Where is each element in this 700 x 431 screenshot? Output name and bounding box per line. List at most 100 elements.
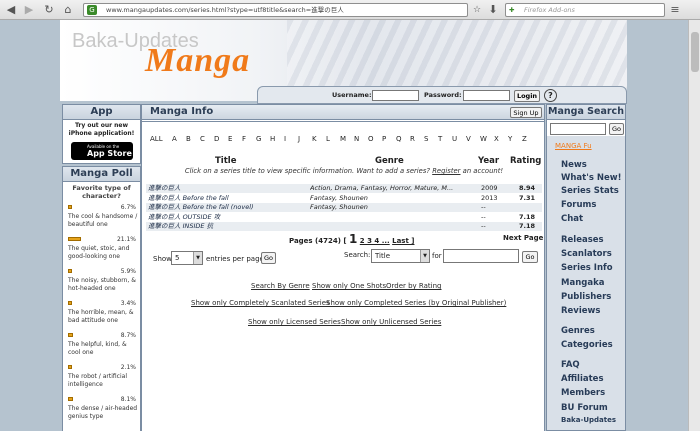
nav-news[interactable]: News	[561, 160, 587, 170]
alpha-link[interactable]: P	[382, 135, 386, 143]
reload-icon[interactable]: ↻	[42, 3, 56, 17]
nav-releases[interactable]: Releases	[561, 235, 604, 245]
header-rating: Rating	[510, 156, 542, 166]
alpha-link[interactable]: G	[256, 135, 261, 143]
logo-manga[interactable]: Manga	[145, 42, 250, 80]
alpha-link[interactable]: N	[354, 135, 359, 143]
alpha-link[interactable]: U	[452, 135, 457, 143]
page-links[interactable]: 2 3 4 ...	[360, 237, 390, 245]
alpha-link[interactable]: E	[228, 135, 232, 143]
series-title-link[interactable]: 進撃の巨人 Before the fall (novel)	[148, 203, 308, 212]
search-type-select[interactable]: Title ▼	[371, 249, 430, 263]
nav-reviews[interactable]: Reviews	[561, 306, 600, 316]
menu-icon[interactable]: ≡	[668, 3, 682, 17]
completed-series-link[interactable]: Show only Completed Series (by Original …	[326, 299, 506, 307]
series-search-go-button[interactable]: Go	[522, 251, 538, 263]
chevron-down-icon: ▼	[420, 250, 429, 262]
alpha-link[interactable]: Q	[396, 135, 402, 143]
poll-option-label[interactable]: The robot / artificial intelligence	[68, 373, 138, 389]
series-title-link[interactable]: 進撃の巨人 INSIDE 抗	[148, 222, 308, 231]
table-row: 進撃の巨人 INSIDE 抗 -- 7.18	[146, 222, 542, 231]
login-button[interactable]: Login	[514, 90, 540, 102]
nav-affiliates[interactable]: Affiliates	[561, 374, 604, 384]
alpha-link[interactable]: C	[200, 135, 205, 143]
manga-fu-link[interactable]: MANGA Fu	[555, 142, 592, 150]
page-scrollbar[interactable]	[688, 20, 700, 431]
scrollbar-thumb[interactable]	[691, 32, 699, 72]
alpha-link[interactable]: J	[298, 135, 300, 143]
alpha-link[interactable]: T	[438, 135, 442, 143]
series-search-input[interactable]	[443, 249, 519, 263]
nav-categories[interactable]: Categories	[561, 340, 613, 350]
licensed-link[interactable]: Show only Licensed Series	[248, 318, 341, 326]
alpha-link[interactable]: Z	[522, 135, 527, 143]
nav-genres[interactable]: Genres	[561, 326, 595, 336]
nav-series-info[interactable]: Series Info	[561, 263, 613, 273]
alpha-link[interactable]: Y	[508, 135, 512, 143]
alpha-link[interactable]: I	[284, 135, 286, 143]
username-input[interactable]	[372, 90, 419, 101]
home-icon[interactable]: ⌂	[61, 3, 75, 17]
alpha-link[interactable]: V	[466, 135, 471, 143]
app-store-badge[interactable]: Available on the App Store	[71, 142, 133, 160]
nav-chat[interactable]: Chat	[561, 214, 583, 224]
nav-scanlators[interactable]: Scanlators	[561, 249, 612, 259]
alpha-link[interactable]: R	[410, 135, 415, 143]
poll-option-label[interactable]: The quiet, stoic, and good-looking one	[68, 245, 138, 261]
alpha-link[interactable]: B	[186, 135, 191, 143]
order-by-rating-link[interactable]: Order by Rating	[386, 282, 442, 290]
poll-bar	[68, 333, 73, 337]
nav-forums[interactable]: Forums	[561, 200, 596, 210]
register-link[interactable]: Register	[432, 167, 460, 175]
one-shots-link[interactable]: Show only One Shots	[312, 282, 386, 290]
nav-what-s-new[interactable]: What's New!	[561, 173, 621, 183]
manga-search-input[interactable]	[550, 123, 606, 135]
nav-members[interactable]: Members	[561, 388, 605, 398]
nav-publishers[interactable]: Publishers	[561, 292, 611, 302]
poll-option-label[interactable]: The dense / air-headed genius type	[68, 405, 138, 421]
alpha-link[interactable]: W	[480, 135, 487, 143]
signup-button[interactable]: Sign Up	[510, 107, 542, 118]
help-icon[interactable]: ?	[544, 89, 557, 102]
poll-option-label[interactable]: The noisy, stubborn, & hot-headed one	[68, 277, 138, 293]
alpha-link[interactable]: M	[340, 135, 346, 143]
entries-select[interactable]: 5 ▼	[171, 251, 203, 265]
forward-icon[interactable]: ▶	[22, 3, 36, 17]
alpha-link[interactable]: D	[214, 135, 219, 143]
alpha-link[interactable]: S	[424, 135, 428, 143]
search-by-genre-link[interactable]: Search By Genre	[251, 282, 310, 290]
nav-bu-forum[interactable]: BU Forum	[561, 403, 608, 413]
address-bar[interactable]: G www.mangaupdates.com/series.html?stype…	[83, 3, 468, 17]
poll-option-label[interactable]: The cool & handsome / beautiful one	[68, 213, 138, 229]
entries-go-button[interactable]: Go	[261, 252, 276, 264]
bookmark-star-icon[interactable]: ☆	[470, 3, 484, 17]
alpha-link[interactable]: ALL	[150, 135, 163, 143]
alpha-link[interactable]: K	[312, 135, 317, 143]
search-box[interactable]: ✚ Firefox Add-ons	[505, 3, 665, 17]
site-identity-icon[interactable]: G	[87, 5, 97, 15]
next-page-link[interactable]: Next Page	[503, 234, 543, 242]
password-input[interactable]	[463, 90, 510, 101]
alpha-link[interactable]: L	[326, 135, 330, 143]
series-title-link[interactable]: 進撃の巨人 Before the fall	[148, 194, 308, 203]
completely-scanlated-link[interactable]: Show only Completely Scanlated Series	[191, 299, 330, 307]
nav-faq[interactable]: FAQ	[561, 360, 580, 370]
alpha-link[interactable]: H	[270, 135, 275, 143]
poll-bar	[68, 301, 72, 305]
download-icon[interactable]: ⬇	[486, 3, 500, 17]
nav-mangaka[interactable]: Mangaka	[561, 278, 604, 288]
unlicensed-link[interactable]: Show only Unlicensed Series	[341, 318, 441, 326]
alpha-link[interactable]: A	[172, 135, 177, 143]
poll-option-label[interactable]: The horrible, mean, & bad attitude one	[68, 309, 138, 325]
manga-search-go-button[interactable]: Go	[609, 123, 624, 135]
series-title-link[interactable]: 進撃の巨人	[148, 184, 308, 193]
alpha-link[interactable]: O	[368, 135, 374, 143]
poll-option-label[interactable]: The helpful, kind, & cool one	[68, 341, 138, 357]
back-icon[interactable]: ◀	[4, 3, 18, 17]
nav-series-stats[interactable]: Series Stats	[561, 186, 619, 196]
alpha-link[interactable]: X	[494, 135, 499, 143]
nav-baka-updates[interactable]: Baka-Updates	[561, 416, 616, 424]
series-title-link[interactable]: 進撃の巨人 OUTSIDE 攻	[148, 213, 308, 222]
last-page-link[interactable]: Last ]	[392, 237, 414, 245]
alpha-link[interactable]: F	[242, 135, 246, 143]
